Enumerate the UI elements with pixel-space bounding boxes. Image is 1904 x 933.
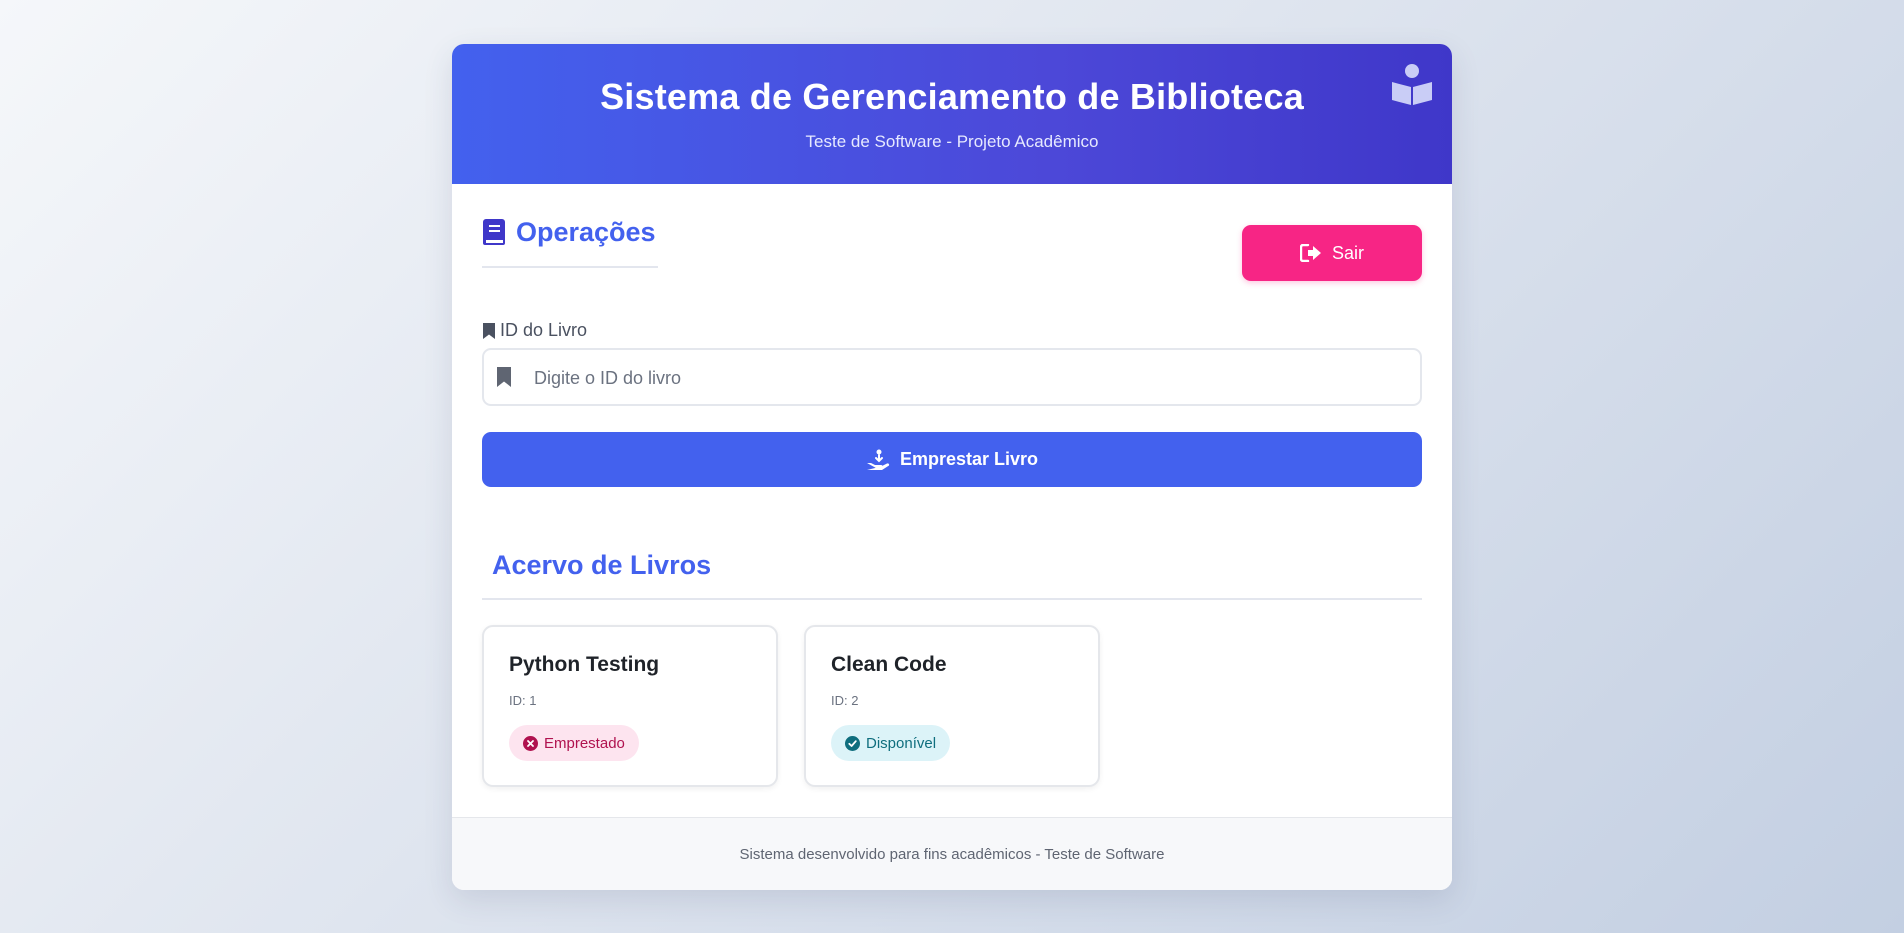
book-title: Python Testing	[509, 653, 660, 676]
sign-out-icon	[1299, 244, 1321, 262]
x-circle-icon	[523, 735, 538, 751]
bookmark-icon	[483, 322, 495, 339]
footer: Sistema desenvolvido para fins acadêmico…	[452, 817, 1452, 890]
library-card: Sistema de Gerenciamento de Biblioteca T…	[452, 44, 1452, 890]
logout-button[interactable]: Sair	[1242, 225, 1422, 281]
borrow-book-label: Emprestar Livro	[899, 449, 1039, 469]
header: Sistema de Gerenciamento de Biblioteca T…	[452, 44, 1452, 184]
book-icon	[483, 219, 505, 245]
collection-title: Acervo de Livros	[492, 550, 712, 580]
book-id-label-text: ID do Livro	[500, 320, 588, 340]
hand-holding-icon	[866, 449, 890, 470]
divider	[482, 598, 1422, 600]
book-card-clean-code[interactable]: Clean Code ID: 2 Disponível	[804, 625, 1100, 787]
book-id-label: ID do Livro	[482, 320, 587, 341]
footer-text: Sistema desenvolvido para fins acadêmico…	[739, 846, 1165, 863]
check-circle-icon	[845, 735, 860, 751]
page-title: Sistema de Gerenciamento de Biblioteca	[600, 76, 1304, 117]
book-id: ID: 2	[831, 693, 859, 708]
book-id-input[interactable]	[532, 350, 1416, 406]
status-badge: Disponível	[831, 725, 951, 761]
book-id-field[interactable]	[482, 348, 1422, 406]
status-badge-label: Disponível	[866, 734, 937, 752]
book-id: ID: 1	[509, 693, 537, 708]
reading-user-icon	[1392, 64, 1432, 105]
operations-heading: Operações	[482, 216, 658, 268]
book-title: Clean Code	[831, 653, 947, 676]
book-card-python-testing[interactable]: Python Testing ID: 1 Emprestado	[482, 625, 778, 787]
operations-title: Operações	[516, 217, 656, 247]
page-subtitle: Teste de Software - Projeto Acadêmico	[805, 132, 1099, 151]
status-badge-label: Emprestado	[544, 734, 625, 752]
bookmark-icon	[497, 367, 511, 387]
borrow-book-button[interactable]: Emprestar Livro	[482, 432, 1422, 487]
logout-label: Sair	[1331, 242, 1364, 263]
status-badge: Emprestado	[509, 725, 639, 761]
